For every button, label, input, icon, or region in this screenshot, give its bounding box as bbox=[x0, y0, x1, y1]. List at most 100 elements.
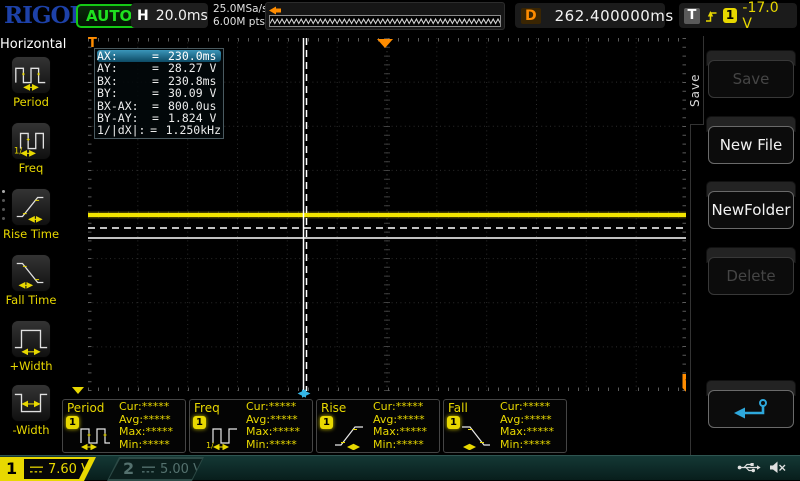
enter-button[interactable] bbox=[708, 390, 794, 428]
trigger-readout: T 1 -17.0 V bbox=[679, 3, 797, 28]
measurement-box-freq[interactable]: Freq 1 1/ Cur:***** Avg:***** Max:***** … bbox=[189, 399, 313, 453]
new-folder-button[interactable]: NewFolder bbox=[708, 191, 794, 229]
measurement-name: Period bbox=[67, 401, 104, 415]
delete-button[interactable]: Delete bbox=[708, 257, 794, 295]
stat-label: Min: bbox=[246, 438, 269, 451]
stat-label: Cur: bbox=[246, 400, 269, 413]
menu-page-dot bbox=[2, 190, 5, 193]
fall-time-button[interactable] bbox=[11, 254, 51, 292]
measurement-name: Freq bbox=[194, 401, 220, 415]
speaker-muted-icon bbox=[770, 461, 786, 474]
overview-waveform bbox=[269, 15, 501, 27]
pwidth-button[interactable] bbox=[11, 320, 51, 358]
rise-time-button[interactable] bbox=[11, 188, 51, 226]
cursor-row-value: 30.09 V bbox=[168, 87, 221, 99]
right-soft-menu: Save Save New File NewFolder Delete bbox=[686, 32, 800, 455]
channel-1-chip[interactable]: 1 7.60 V bbox=[0, 457, 104, 481]
cursor-row-label: BY: bbox=[97, 87, 152, 99]
period-button[interactable] bbox=[11, 56, 51, 94]
measurement-stats: Cur:***** Avg:***** Max:***** Min:***** bbox=[246, 401, 300, 451]
channel-2-chip[interactable]: 5.00 V 2 bbox=[107, 457, 207, 481]
period-icon bbox=[12, 57, 50, 93]
fall-time-label: Fall Time bbox=[0, 293, 62, 307]
acquisition-readout: 25.0MSa/s 6.00M pts bbox=[213, 3, 268, 29]
cursor-row-eq: = bbox=[152, 62, 168, 74]
freq-label: Freq bbox=[0, 161, 62, 175]
freq-button[interactable]: 1/ bbox=[11, 122, 51, 160]
nwidth-label: -Width bbox=[0, 423, 62, 437]
save-button[interactable]: Save bbox=[708, 60, 794, 98]
cursor-row-value: 1.250kHz bbox=[166, 124, 221, 136]
menu-item-pwidth[interactable]: +Width bbox=[0, 320, 62, 382]
cursor-row-eq: = bbox=[150, 124, 165, 136]
menu-item-nwidth[interactable]: -Width bbox=[0, 384, 62, 446]
stat-value: ***** bbox=[397, 413, 425, 426]
menu-page-dot bbox=[2, 208, 5, 211]
return-arrow-icon bbox=[730, 397, 772, 422]
measurement-name: Rise bbox=[321, 401, 346, 415]
cursor-row-value: 28.27 V bbox=[168, 62, 221, 74]
svg-text:1/: 1/ bbox=[206, 441, 214, 450]
h-scale-value: 20.0ms bbox=[156, 8, 208, 24]
freq-measure-icon: 1/ bbox=[205, 422, 239, 450]
stat-label: Avg: bbox=[119, 413, 143, 426]
channel-2-scale: 5.00 V bbox=[160, 462, 202, 477]
cursor-row-ay: AY: = 28.27 V bbox=[97, 62, 221, 74]
overview-zigzag-icon bbox=[270, 16, 500, 26]
stat-label: Min: bbox=[373, 438, 396, 451]
measurement-stats: Cur:***** Avg:***** Max:***** Min:***** bbox=[373, 401, 427, 451]
waveform-overview-strip[interactable] bbox=[265, 2, 505, 30]
nwidth-button[interactable] bbox=[11, 384, 51, 422]
stat-label: Min: bbox=[500, 438, 523, 451]
stat-label: Cur: bbox=[119, 400, 142, 413]
menu-tab-edge bbox=[703, 36, 704, 124]
channel-1-number: 1 bbox=[6, 459, 17, 478]
cursor-measurement-panel: AX: = 230.0ms AY: = 28.27 V BX: = 230.8m… bbox=[94, 48, 224, 139]
menu-title: Horizontal bbox=[0, 37, 62, 52]
memory-depth: 6.00M pts bbox=[213, 16, 268, 29]
stat-value: ***** bbox=[142, 400, 170, 413]
fall-measure-icon bbox=[459, 422, 493, 450]
horizontal-delay-readout: D 262.400000ms bbox=[515, 3, 665, 28]
stat-label: Max: bbox=[119, 425, 145, 438]
trigger-slope-rising-icon bbox=[705, 8, 718, 24]
delay-label: D bbox=[521, 8, 541, 24]
stat-value: ***** bbox=[396, 400, 424, 413]
rise-measure-icon bbox=[332, 422, 366, 450]
menu-item-period[interactable]: Period bbox=[0, 56, 62, 118]
trigger-level-value: -17.0 V bbox=[742, 0, 792, 32]
left-function-menu: Horizontal Period 1/ Freq bbox=[0, 32, 62, 455]
cursor-row-label: AY: bbox=[97, 62, 152, 74]
trigger-source-badge: 1 bbox=[723, 8, 738, 23]
cursor-row-label: 1/|dX|: bbox=[97, 124, 150, 136]
stat-value: ***** bbox=[524, 413, 552, 426]
stat-value: ***** bbox=[523, 400, 551, 413]
menu-item-rise-time[interactable]: Rise Time bbox=[0, 188, 62, 250]
stat-label: Avg: bbox=[500, 413, 524, 426]
stat-value: ***** bbox=[142, 438, 170, 451]
measurement-box-rise[interactable]: Rise 1 Cur:***** Avg:***** Max:***** Min… bbox=[316, 399, 440, 453]
stat-value: ***** bbox=[526, 425, 554, 438]
menu-item-fall-time[interactable]: Fall Time bbox=[0, 254, 62, 316]
trigger-position-marker[interactable] bbox=[377, 39, 393, 48]
delay-value: 262.400000ms bbox=[555, 7, 674, 25]
measurement-stats: Cur:***** Avg:***** Max:***** Min:***** bbox=[119, 401, 173, 451]
cursor-row-eq: = bbox=[152, 87, 168, 99]
stat-value: ***** bbox=[143, 413, 171, 426]
cursor-drag-handle-icon[interactable] bbox=[295, 389, 313, 398]
fall-time-icon bbox=[12, 255, 50, 291]
period-measure-icon bbox=[78, 422, 112, 450]
dc-coupling-icon bbox=[29, 465, 44, 474]
measurement-name: Fall bbox=[448, 401, 468, 415]
channel-2-number: 2 bbox=[123, 459, 134, 478]
ch1-level-offscreen-marker[interactable] bbox=[72, 387, 84, 394]
channel-status-bar: 1 7.60 V 5.00 V 2 bbox=[0, 455, 800, 480]
pwidth-icon bbox=[12, 321, 50, 357]
status-icons bbox=[737, 461, 786, 474]
measurement-box-period[interactable]: Period 1 Cur:***** Avg:***** Max:***** M… bbox=[62, 399, 186, 453]
measurement-box-fall[interactable]: Fall 1 Cur:***** Avg:***** Max:***** Min… bbox=[443, 399, 567, 453]
menu-item-freq[interactable]: 1/ Freq bbox=[0, 122, 62, 184]
new-file-button[interactable]: New File bbox=[708, 126, 794, 164]
stat-label: Cur: bbox=[500, 400, 523, 413]
measurement-stats: Cur:***** Avg:***** Max:***** Min:***** bbox=[500, 401, 554, 451]
